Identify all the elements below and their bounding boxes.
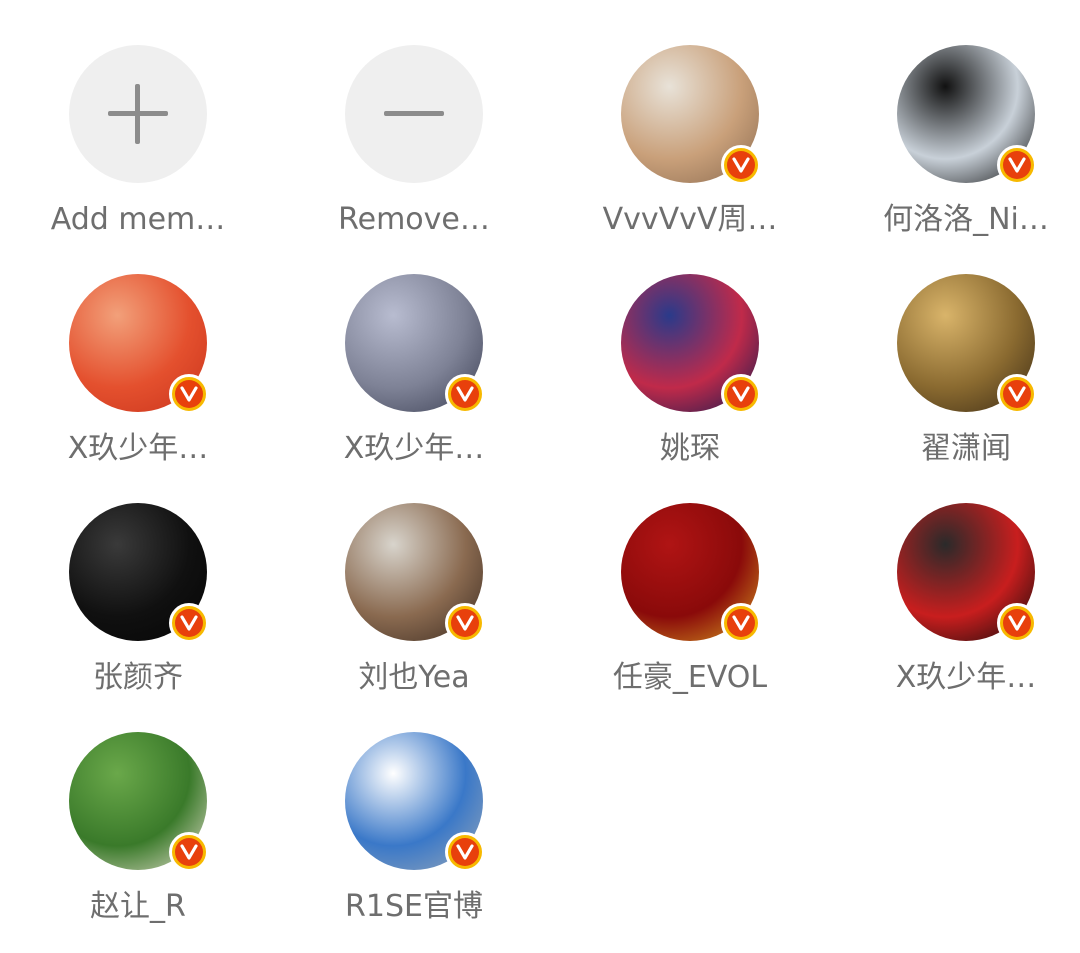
verified-badge-icon bbox=[445, 374, 485, 414]
avatar-container bbox=[897, 45, 1037, 185]
verified-badge-icon bbox=[997, 374, 1037, 414]
avatar-container bbox=[69, 732, 209, 872]
avatar-container bbox=[621, 274, 761, 414]
member-item[interactable]: 任豪_EVOL bbox=[552, 458, 828, 695]
verified-badge-icon bbox=[169, 603, 209, 643]
member-name: X玖少年… bbox=[895, 660, 1037, 695]
member-grid: Add mem… Remove… VvvVvV周… 何洛洛_Ni… X玖少年… X玖少年…… bbox=[0, 0, 1080, 953]
verified-badge-icon bbox=[721, 603, 761, 643]
verified-badge-icon bbox=[997, 603, 1037, 643]
member-item[interactable]: X玖少年… bbox=[276, 229, 552, 466]
avatar-container bbox=[345, 732, 485, 872]
avatar-container bbox=[621, 503, 761, 643]
member-name: R1SE官博 bbox=[345, 889, 483, 924]
plus-icon bbox=[69, 45, 207, 183]
member-name: 任豪_EVOL bbox=[612, 660, 768, 695]
avatar-container bbox=[621, 45, 761, 185]
avatar-container bbox=[897, 503, 1037, 643]
member-item[interactable]: X玖少年… bbox=[828, 458, 1080, 695]
member-item[interactable]: VvvVvV周… bbox=[552, 0, 828, 237]
member-name: 赵让_R bbox=[90, 889, 186, 924]
add-member-button[interactable]: Add mem… bbox=[0, 0, 276, 237]
avatar-container bbox=[345, 503, 485, 643]
member-item[interactable]: 翟潇闻 bbox=[828, 229, 1080, 466]
verified-badge-icon bbox=[445, 603, 485, 643]
avatar-container bbox=[897, 274, 1037, 414]
verified-badge-icon bbox=[721, 374, 761, 414]
verified-badge-icon bbox=[169, 832, 209, 872]
avatar-container bbox=[345, 45, 483, 183]
member-item[interactable]: 何洛洛_Ni… bbox=[828, 0, 1080, 237]
member-item[interactable]: 赵让_R bbox=[0, 687, 276, 924]
verified-badge-icon bbox=[997, 145, 1037, 185]
avatar-container bbox=[69, 45, 207, 183]
member-item[interactable]: X玖少年… bbox=[0, 229, 276, 466]
minus-icon bbox=[345, 45, 483, 183]
member-item[interactable]: 张颜齐 bbox=[0, 458, 276, 695]
member-item[interactable]: 姚琛 bbox=[552, 229, 828, 466]
member-item[interactable]: 刘也Yea bbox=[276, 458, 552, 695]
remove-member-button[interactable]: Remove… bbox=[276, 0, 552, 237]
verified-badge-icon bbox=[169, 374, 209, 414]
member-item[interactable]: R1SE官博 bbox=[276, 687, 552, 924]
verified-badge-icon bbox=[445, 832, 485, 872]
avatar-container bbox=[69, 274, 209, 414]
avatar-container bbox=[345, 274, 485, 414]
verified-badge-icon bbox=[721, 145, 761, 185]
avatar-container bbox=[69, 503, 209, 643]
